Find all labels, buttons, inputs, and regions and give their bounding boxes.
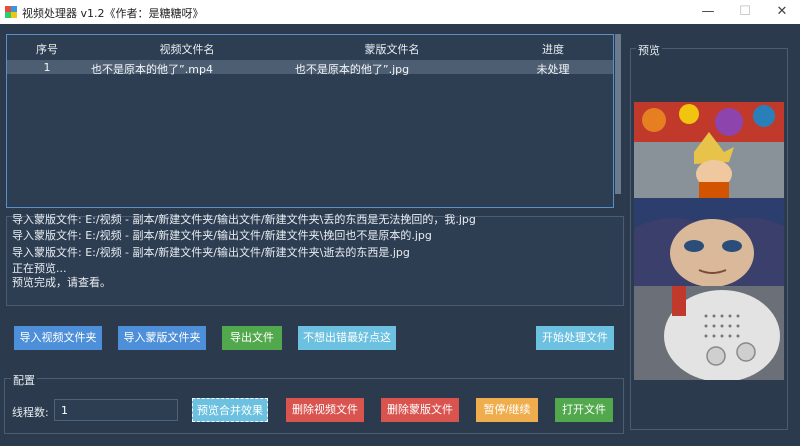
table-row[interactable]: 1 也不是原本的他了”.mp4 也不是原本的他了”.jpg 未处理	[7, 60, 613, 76]
start-processing-button[interactable]: 开始处理文件	[536, 326, 614, 350]
preview-image-1	[634, 102, 784, 198]
row-mask-file: 也不是原本的他了”.jpg	[294, 63, 410, 76]
close-button[interactable]: ✕	[764, 0, 800, 24]
column-header-mask[interactable]: 蒙版文件名	[352, 41, 432, 57]
safe-mode-button[interactable]: 不想出错最好点这	[298, 326, 396, 350]
table-header: 序号 视频文件名 蒙版文件名 进度	[7, 35, 613, 59]
table-scrollbar[interactable]	[614, 34, 622, 206]
column-header-index[interactable]: 序号	[29, 41, 65, 57]
log-output[interactable]: 导入蒙版文件: E:/视频 - 副本/新建文件夹/输出文件/新建文件夹\丢的东西…	[6, 213, 624, 306]
threads-input[interactable]	[54, 399, 178, 421]
window-title: 视频处理器 v1.2《作者：是糖糖呀》	[22, 7, 204, 20]
log-line: 导入蒙版文件: E:/视频 - 副本/新建文件夹/输出文件/新建文件夹\丢的东西…	[12, 213, 476, 226]
file-table[interactable]: 序号 视频文件名 蒙版文件名 进度 1 也不是原本的他了”.mp4 也不是原本的…	[6, 34, 614, 208]
pause-resume-button[interactable]: 暂停/继续	[476, 398, 538, 422]
log-line: 预览完成，请查看。	[12, 276, 111, 289]
open-file-button[interactable]: 打开文件	[555, 398, 613, 422]
import-mask-folder-button[interactable]: 导入蒙版文件夹	[118, 326, 206, 350]
row-index: 1	[43, 61, 51, 74]
title-bar: 视频处理器 v1.2《作者：是糖糖呀》 — ☐ ✕	[0, 0, 800, 24]
preview-image-3	[634, 286, 784, 380]
log-line: 导入蒙版文件: E:/视频 - 副本/新建文件夹/输出文件/新建文件夹\挽回也不…	[12, 229, 432, 242]
row-video-file: 也不是原本的他了”.mp4	[91, 63, 213, 76]
preview-image-2	[634, 198, 784, 286]
delete-video-button[interactable]: 删除视频文件	[286, 398, 364, 422]
preview-merge-button[interactable]: 预览合并效果	[192, 398, 268, 422]
column-header-video[interactable]: 视频文件名	[147, 41, 227, 57]
column-header-progress[interactable]: 进度	[533, 41, 573, 57]
row-status: 未处理	[536, 63, 570, 76]
import-video-folder-button[interactable]: 导入视频文件夹	[14, 326, 102, 350]
preview-title: 预览	[636, 42, 662, 58]
export-file-button[interactable]: 导出文件	[222, 326, 282, 350]
minimize-button[interactable]: —	[690, 0, 726, 24]
log-line: 导入蒙版文件: E:/视频 - 副本/新建文件夹/输出文件/新建文件夹\逝去的东…	[12, 246, 410, 259]
delete-mask-button[interactable]: 删除蒙版文件	[381, 398, 459, 422]
app-icon	[5, 6, 17, 18]
scrollbar-thumb[interactable]	[615, 34, 621, 194]
config-title: 配置	[11, 372, 37, 388]
threads-label: 线程数:	[12, 406, 49, 419]
maximize-button[interactable]: ☐	[727, 0, 763, 24]
